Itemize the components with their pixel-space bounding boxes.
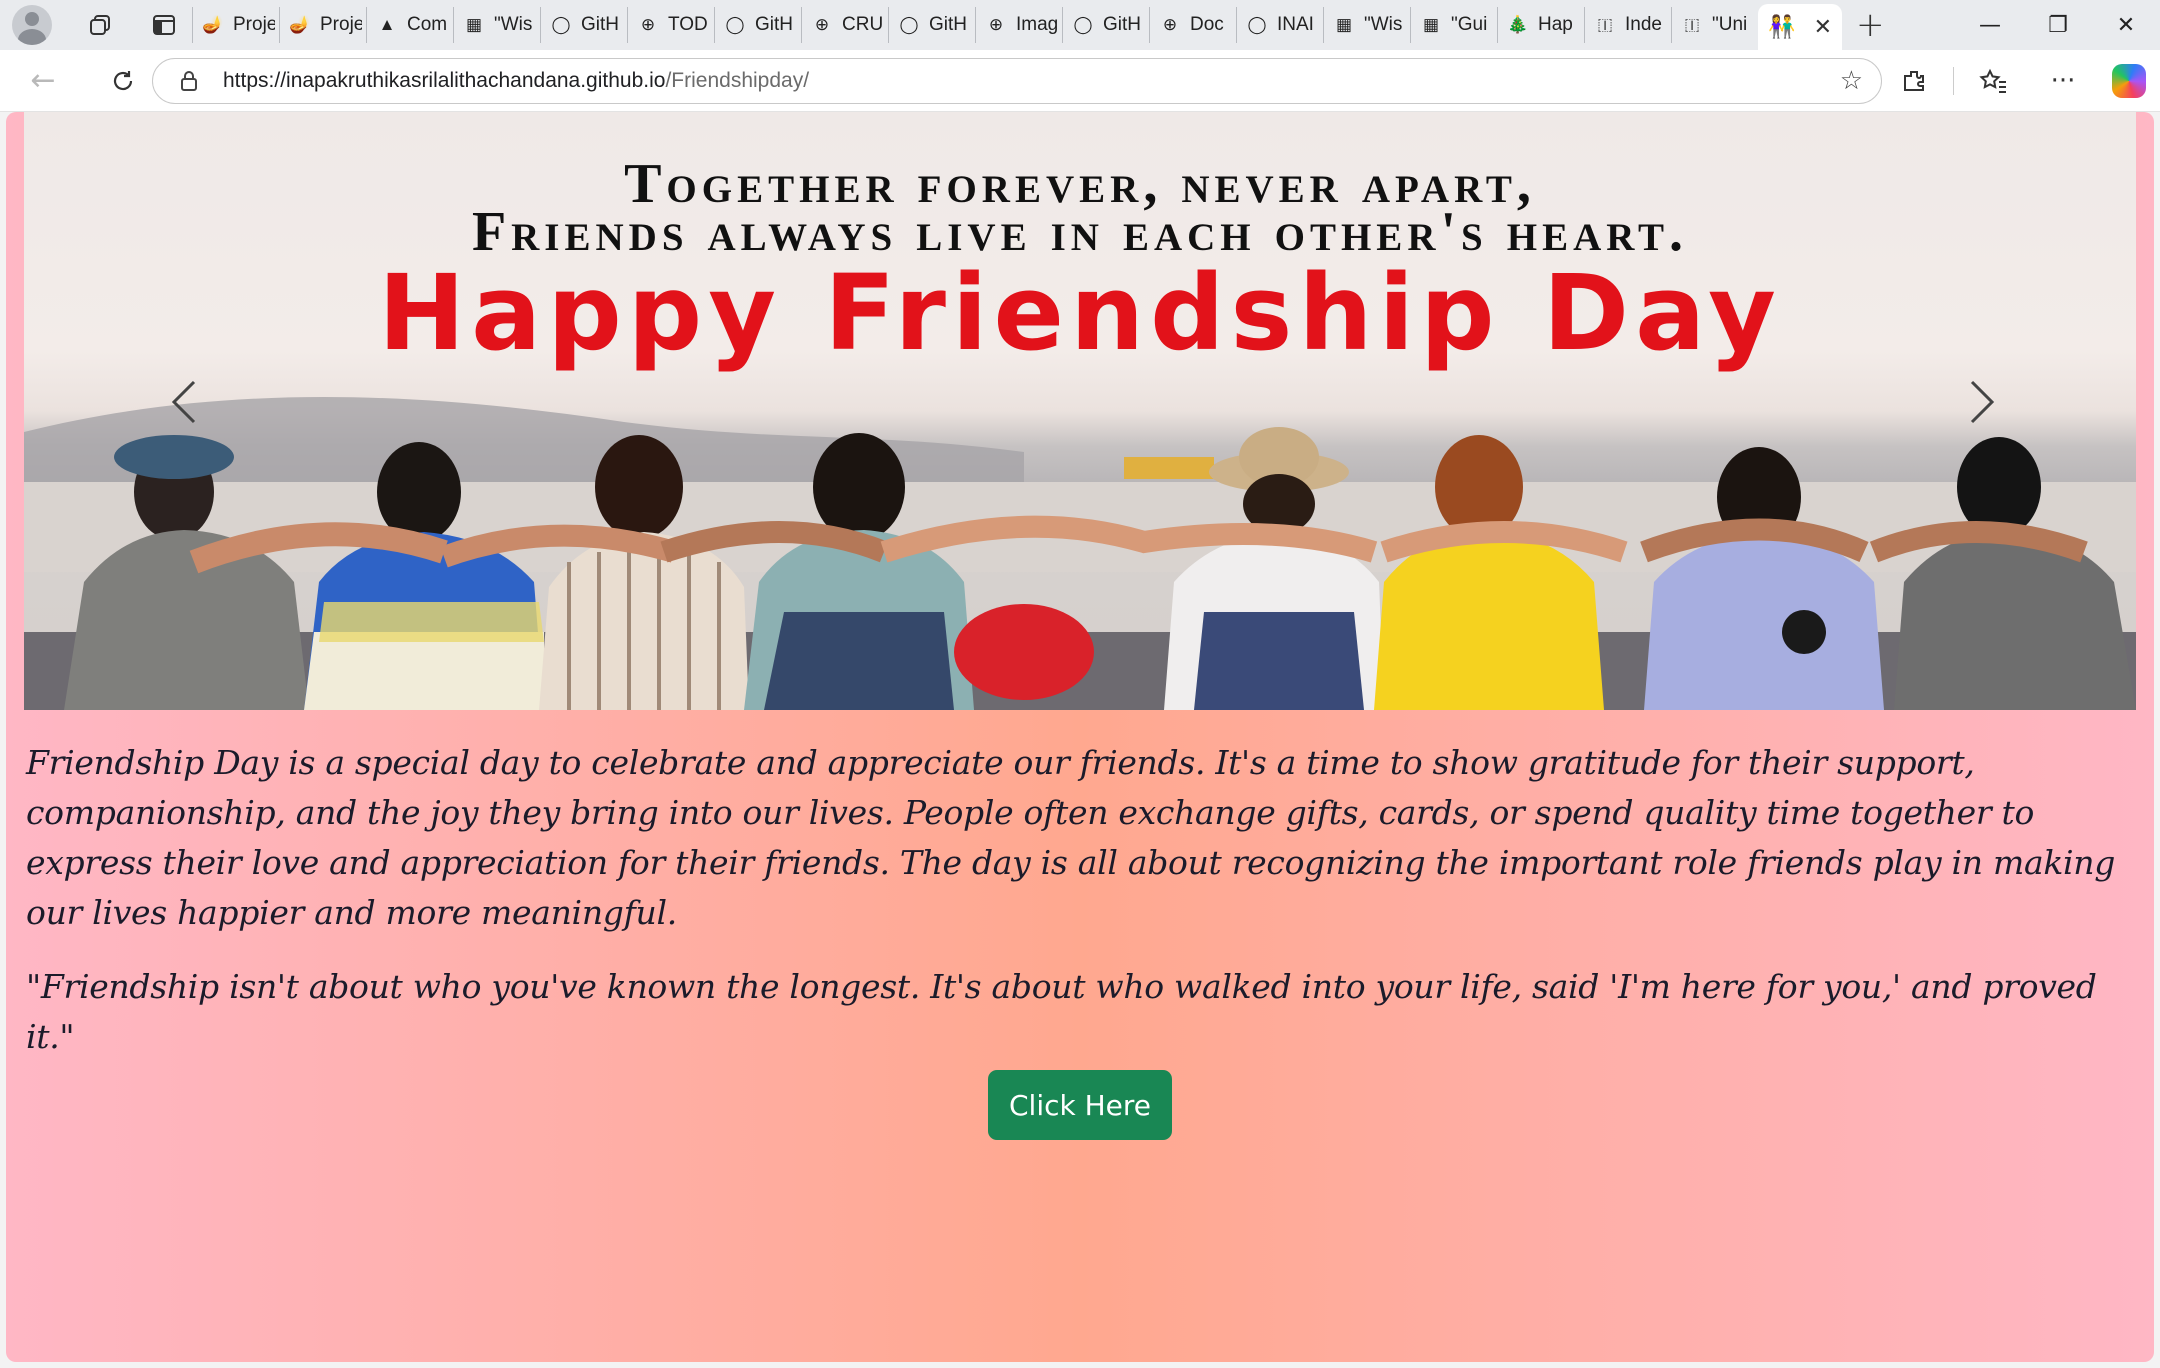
close-window-icon[interactable]: ✕ <box>2092 0 2160 50</box>
favorites-icon[interactable] <box>1958 54 2028 108</box>
tab-title: INAI <box>1277 14 1314 35</box>
friendship-text: Friendship Day is a special day to celeb… <box>26 738 2126 1062</box>
tab[interactable]: 🪔 Proje <box>279 7 366 43</box>
image-icon: ▦ <box>1335 15 1353 34</box>
carousel-prev-icon[interactable] <box>154 362 214 442</box>
tab-title: GitH <box>1103 14 1141 35</box>
tab-list: 🪔 Proje 🪔 Proje ▲ Com ▦ "Wis ◯ GitH ⊕ TOD ◯ GitH ⊕ CRU ◯… <box>192 0 1842 50</box>
tab-strip: 🪔 Proje 🪔 Proje ▲ Com ▦ "Wis ◯ GitH ⊕ TOD ◯ GitH ⊕ CRU ◯… <box>0 0 2160 50</box>
carousel-slide: Together forever, never apart, Friends a… <box>24 112 2136 710</box>
favorite-star-icon[interactable]: ☆ <box>1840 66 1863 96</box>
lamp-icon: 🪔 <box>289 15 311 34</box>
globe-icon: ⊕ <box>988 15 1004 34</box>
tab-title: Proje <box>320 14 362 35</box>
friendship-quote: "Friendship isn't about who you've known… <box>26 967 2097 1056</box>
refresh-icon[interactable] <box>96 54 150 108</box>
india-flag-icon: 🇮 <box>1597 15 1613 34</box>
tab[interactable]: ◯ GitH <box>888 7 975 43</box>
tab[interactable]: ◯ GitH <box>540 7 627 43</box>
image-icon: ▦ <box>465 15 483 34</box>
tree-icon: 🎄 <box>1507 15 1529 34</box>
tab-active[interactable]: 👫 ✕ <box>1758 4 1842 50</box>
banner-headline: Happy Friendship Day <box>378 252 1782 374</box>
url-text[interactable]: https://inapakruthikasrilalithachandana.… <box>223 69 809 93</box>
tab[interactable]: ⊕ Imag <box>975 7 1062 43</box>
tab[interactable]: 🇮 Inde <box>1584 7 1671 43</box>
tab-title: GitH <box>581 14 619 35</box>
tab-title: "Wis <box>494 14 533 35</box>
carousel-next-icon[interactable] <box>1952 362 2012 442</box>
tab-title: GitH <box>929 14 967 35</box>
globe-icon: ⊕ <box>640 15 656 34</box>
github-icon: ◯ <box>1073 15 1093 34</box>
globe-icon: ⊕ <box>814 15 830 34</box>
tab[interactable]: ⊕ CRU <box>801 7 888 43</box>
tab[interactable]: 🎄 Hap <box>1497 7 1584 43</box>
copilot-icon[interactable] <box>2112 64 2146 98</box>
tab-title: "Uni <box>1712 14 1748 35</box>
tab-title: Doc <box>1190 14 1224 35</box>
tab[interactable]: ▲ Com <box>366 7 453 43</box>
workspaces-icon[interactable] <box>78 3 122 47</box>
tab-title: TOD <box>668 14 708 35</box>
more-menu-icon[interactable]: ··· <box>2028 54 2098 108</box>
intro-paragraph: Friendship Day is a special day to celeb… <box>26 743 2116 932</box>
image-icon: ▦ <box>1422 15 1440 34</box>
github-icon: ◯ <box>725 15 745 34</box>
tab[interactable]: ⊕ TOD <box>627 7 714 43</box>
lock-icon[interactable] <box>177 69 201 93</box>
tab-title: "Wis <box>1364 14 1403 35</box>
tab[interactable]: 🇮 "Uni <box>1671 7 1758 43</box>
tab[interactable]: ▦ "Wis <box>1323 7 1410 43</box>
minimize-icon[interactable]: — <box>1956 0 2024 50</box>
extensions-icon[interactable] <box>1879 54 1949 108</box>
url-host: https://inapakruthikasrilalithachandana.… <box>223 69 666 92</box>
click-here-button[interactable]: Click Here <box>988 1070 1172 1140</box>
globe-icon: ⊕ <box>1162 15 1178 34</box>
back-icon[interactable]: ← <box>16 54 70 108</box>
address-bar[interactable]: https://inapakruthikasrilalithachandana.… <box>152 58 1882 104</box>
tab[interactable]: ⊕ Doc <box>1149 7 1236 43</box>
tab[interactable]: 🪔 Proje <box>192 7 279 43</box>
github-icon: ◯ <box>551 15 571 34</box>
tab-title: Imag <box>1016 14 1058 35</box>
lamp-icon: 🪔 <box>202 15 224 34</box>
tab-title: Hap <box>1538 14 1573 35</box>
url-path: /Friendshipday/ <box>665 69 810 92</box>
tab-title: GitH <box>755 14 793 35</box>
restore-icon[interactable]: ❐ <box>2024 0 2092 50</box>
tab[interactable]: ▦ "Gui <box>1410 7 1497 43</box>
tab-title: "Gui <box>1451 14 1488 35</box>
close-tab-icon[interactable]: ✕ <box>1814 14 1832 40</box>
tab-title: Proje <box>233 14 275 35</box>
browser-toolbar: ← https://inapakruthikasrilalithachandan… <box>0 50 2160 112</box>
tab[interactable]: ◯ INAI <box>1236 7 1323 43</box>
tab-title: Com <box>407 14 448 35</box>
github-icon: ◯ <box>899 15 919 34</box>
window-controls: — ❐ ✕ <box>1956 0 2160 50</box>
tab[interactable]: ◯ GitH <box>714 7 801 43</box>
tab[interactable]: ▦ "Wis <box>453 7 540 43</box>
tab-title: Inde <box>1625 14 1662 35</box>
tab[interactable]: ◯ GitH <box>1062 7 1149 43</box>
toolbar-separator <box>1953 67 1954 95</box>
vertical-tabs-icon[interactable] <box>142 3 186 47</box>
drive-icon: ▲ <box>378 15 396 34</box>
india-flag-icon: 🇮 <box>1684 15 1700 34</box>
github-icon: ◯ <box>1247 15 1267 34</box>
tab-title: CRU <box>842 14 884 35</box>
new-tab-icon[interactable]: + <box>1856 5 1885 45</box>
page-viewport: Together forever, never apart, Friends a… <box>6 112 2154 1362</box>
profile-avatar-icon[interactable] <box>12 5 52 45</box>
image-carousel: Together forever, never apart, Friends a… <box>24 112 2136 710</box>
couple-icon: 👫 <box>1768 14 1796 39</box>
